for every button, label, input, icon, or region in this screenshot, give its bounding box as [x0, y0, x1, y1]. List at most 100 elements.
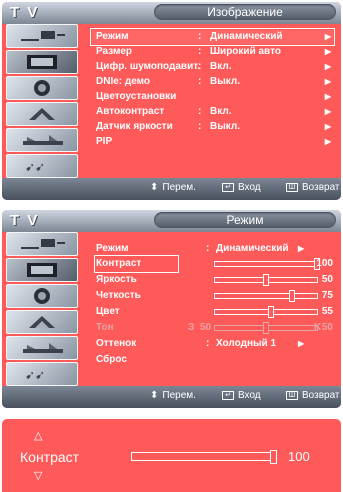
input-icon[interactable] — [6, 232, 78, 256]
move-hint: ⬍ Перем. — [150, 390, 196, 401]
channel-icon[interactable] — [6, 310, 78, 334]
slider-value: 50 — [321, 274, 333, 285]
menu-icon-column: ➹➹ — [6, 24, 78, 178]
slider-value: 75 — [321, 290, 333, 301]
menu-footer: ⬍ Перем. ↵ Вход Ш Возврат — [2, 178, 341, 200]
reset-row[interactable]: Сброс — [92, 353, 333, 367]
enter-hint[interactable]: ↵ Вход — [222, 390, 261, 401]
slider-thumb[interactable] — [268, 306, 275, 318]
colon: : — [198, 106, 202, 117]
arrow-right-icon: ▶ — [324, 77, 331, 86]
menu-item-label: Режим — [96, 31, 129, 42]
colon: : — [198, 121, 202, 132]
mode-menu-panel: T V Режим ➹➹ Режим : Динамический ▶ Конт… — [2, 210, 341, 408]
adjust-thumb[interactable] — [270, 450, 277, 464]
menu-item-brightness-sensor[interactable]: Датчик яркости : Выкл. ▶ — [92, 120, 333, 134]
slider-label: Контраст — [93, 255, 180, 273]
slider-track[interactable] — [214, 274, 318, 286]
setup-icon[interactable] — [6, 128, 78, 152]
menu-item-dnie-demo[interactable]: DNIe: демо : Выкл. ▶ — [92, 75, 333, 89]
move-label: Перем. — [162, 390, 196, 401]
tone-label: Оттенок — [96, 338, 137, 349]
mode-label: Режим — [96, 243, 129, 254]
menu-item-noise-reduction[interactable]: Цифр. шумоподавит. : Вкл. ▶ — [92, 60, 333, 74]
svg-text:➹➹: ➹➹ — [25, 160, 45, 174]
menu-item-value: Вкл. — [210, 61, 232, 72]
slider-tint: Тон З 50 K 50 — [92, 321, 333, 335]
menu-item-value: Вкл. — [210, 106, 232, 117]
enter-icon: ↵ — [222, 183, 234, 192]
slider-label: Тон — [96, 322, 114, 333]
menu-item-size[interactable]: Размер : Широкий авто ▶ — [92, 45, 333, 59]
channel-icon[interactable] — [6, 102, 78, 126]
adjust-label: Контраст — [20, 449, 80, 465]
menu-footer: ⬍ Перем. ↵ Вход Ш Возврат — [2, 386, 341, 408]
menu-content: Режим : Динамический ▶ Контраст 100 Ярко… — [84, 232, 337, 386]
slider-sharpness[interactable]: Четкость 75 — [92, 289, 333, 303]
slider-track[interactable] — [214, 258, 320, 270]
input-icon[interactable] — [6, 24, 78, 48]
menu-item-value: Выкл. — [210, 121, 241, 132]
menu-item-mode[interactable]: Режим : Динамический ▶ — [90, 28, 335, 46]
tv-label: T V — [10, 212, 40, 229]
slider-contrast[interactable]: Контраст 100 — [92, 255, 333, 273]
menu-item-pip[interactable]: PIP ▶ — [92, 135, 333, 149]
slider-thumb[interactable] — [263, 274, 269, 286]
image-menu-panel: T V Изображение ➹➹ Режим : Динамический — [2, 2, 341, 200]
up-arrow-icon[interactable]: △ — [34, 429, 42, 442]
colon: : — [198, 46, 202, 57]
arrow-right-icon: ▶ — [324, 62, 331, 71]
menu-icon-column: ➹➹ — [6, 232, 78, 386]
picture-icon[interactable] — [6, 258, 78, 282]
tint-left-letter: З — [188, 322, 195, 333]
arrow-right-icon: ▶ — [324, 92, 331, 101]
return-label: Возврат — [302, 390, 340, 401]
menu-item-auto-contrast[interactable]: Автоконтраст : Вкл. ▶ — [92, 105, 333, 119]
setup-icon[interactable] — [6, 336, 78, 360]
menu-item-value: Динамический — [210, 31, 283, 42]
colon: : — [198, 61, 202, 72]
return-label: Возврат — [302, 182, 340, 193]
return-hint[interactable]: Ш Возврат — [286, 390, 340, 401]
slider-brightness[interactable]: Яркость 50 — [92, 273, 333, 287]
picture-icon[interactable] — [6, 50, 78, 74]
guide-icon[interactable]: ➹➹ — [6, 362, 78, 386]
mode-row[interactable]: Режим : Динамический ▶ — [92, 242, 333, 256]
adjust-track[interactable] — [131, 450, 277, 464]
slider-track[interactable] — [214, 306, 318, 318]
tint-left-value: 50 — [200, 322, 212, 333]
tint-right-value: 50 — [321, 322, 333, 333]
enter-label: Вход — [238, 390, 261, 401]
tone-row[interactable]: Оттенок : Холодный 1 ▶ — [92, 337, 333, 351]
slider-track[interactable] — [214, 290, 318, 302]
arrow-right-icon: ▶ — [324, 32, 331, 41]
return-hint[interactable]: Ш Возврат — [286, 182, 340, 193]
up-down-icon: ⬍ — [150, 182, 159, 193]
arrow-right-icon: ▶ — [324, 137, 331, 146]
mode-value: Динамический — [216, 243, 289, 254]
guide-icon[interactable]: ➹➹ — [6, 154, 78, 178]
slider-label: Цвет — [96, 306, 120, 317]
sound-icon[interactable] — [6, 76, 78, 100]
sound-icon[interactable] — [6, 284, 78, 308]
return-icon: Ш — [286, 183, 298, 192]
slider-thumb[interactable] — [288, 290, 295, 302]
menu-item-label: Размер — [96, 46, 133, 57]
slider-value: 55 — [321, 306, 333, 317]
enter-label: Вход — [238, 182, 261, 193]
slider-color[interactable]: Цвет 55 — [92, 305, 333, 319]
slider-thumb — [263, 322, 269, 334]
up-down-icon: ⬍ — [150, 390, 159, 401]
menu-item-label: Датчик яркости — [96, 121, 173, 132]
panel-header: T V Режим — [2, 210, 341, 232]
arrow-right-icon: ▶ — [298, 339, 305, 348]
down-arrow-icon[interactable]: ▽ — [34, 469, 42, 482]
arrow-right-icon: ▶ — [298, 244, 305, 253]
menu-item-color-settings[interactable]: Цветоустановки ▶ — [92, 90, 333, 104]
slider-value: 100 — [316, 258, 333, 269]
tone-value: Холодный 1 — [216, 338, 277, 349]
menu-content: Режим : Динамический ▶ Размер : Широкий … — [84, 24, 337, 178]
enter-hint[interactable]: ↵ Вход — [222, 182, 261, 193]
image-menu-list: Режим : Динамический ▶ Размер : Широкий … — [90, 28, 335, 150]
menu-title: Режим — [154, 212, 336, 228]
